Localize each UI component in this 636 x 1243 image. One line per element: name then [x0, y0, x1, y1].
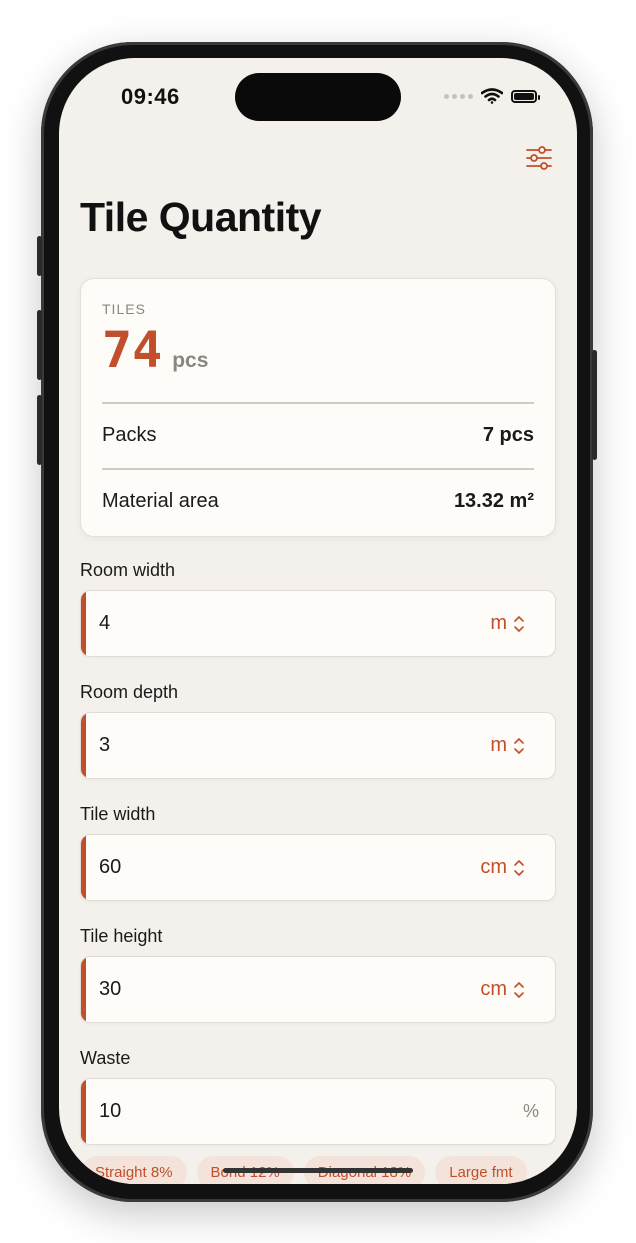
- tile-height-field: cm: [80, 956, 556, 1023]
- status-time: 09:46: [121, 84, 180, 109]
- page-title: Tile Quantity: [80, 194, 322, 240]
- side-button-power: [592, 350, 597, 460]
- tile-count-value: 74: [102, 321, 163, 379]
- chevron-up-down-icon: [514, 737, 524, 754]
- signal-dots-icon: [444, 93, 473, 99]
- room-width-label: Room width: [80, 560, 176, 580]
- tile-height-input[interactable]: [99, 957, 399, 1022]
- field-accent-bar: [81, 591, 86, 656]
- summary-divider: [102, 468, 534, 470]
- side-button-action: [37, 236, 42, 276]
- tile-width-field: cm: [80, 834, 556, 901]
- material-area-row: Material area 13.32 m²: [102, 490, 534, 513]
- field-accent-bar: [81, 835, 86, 900]
- waste-label: Waste: [80, 1048, 131, 1068]
- field-accent-bar: [81, 957, 86, 1022]
- home-indicator[interactable]: [223, 1168, 413, 1173]
- room-width-unit-picker[interactable]: m: [490, 591, 525, 656]
- packs-label: Packs: [102, 424, 157, 446]
- packs-value: 7 pcs: [482, 424, 534, 446]
- tile-height-label: Tile height: [80, 926, 163, 946]
- unit-label: m: [490, 734, 507, 756]
- chevron-up-down-icon: [514, 981, 524, 998]
- unit-label: m: [490, 612, 507, 634]
- room-depth-input[interactable]: [99, 713, 399, 778]
- tile-width-input[interactable]: [99, 835, 399, 900]
- side-button-volume-up: [37, 310, 42, 380]
- room-depth-unit-picker[interactable]: m: [490, 713, 525, 778]
- summary-label: TILES: [102, 301, 146, 317]
- waste-field: %: [80, 1078, 556, 1145]
- waste-unit: %: [522, 1101, 539, 1121]
- wifi-icon: [481, 88, 503, 104]
- material-area-label: Material area: [102, 490, 219, 512]
- unit-label: cm: [480, 978, 507, 1000]
- summary-card: TILES 74 pcs Packs 7 pcs Material area 1…: [80, 278, 556, 537]
- tile-width-unit-picker[interactable]: cm: [480, 835, 525, 900]
- room-depth-field: m: [80, 712, 556, 779]
- app-screen: 09:46 Tile Quantity TILES 74 pcs Packs 7…: [59, 58, 577, 1184]
- room-width-input[interactable]: [99, 591, 399, 656]
- waste-preset-chip[interactable]: Large fmt: [435, 1156, 527, 1184]
- summary-value-row: 74 pcs: [102, 321, 208, 379]
- chevron-up-down-icon: [514, 615, 524, 632]
- side-button-volume-down: [37, 395, 42, 465]
- chevron-up-down-icon: [514, 859, 524, 876]
- tile-height-unit-picker[interactable]: cm: [480, 957, 525, 1022]
- material-area-value: 13.32 m²: [453, 490, 534, 512]
- battery-icon: [511, 89, 540, 103]
- tile-count-unit: pcs: [172, 349, 209, 372]
- dynamic-island: [235, 73, 401, 121]
- status-icons: [444, 88, 540, 104]
- summary-divider: [102, 402, 534, 404]
- waste-preset-chip[interactable]: Straight 8%: [81, 1156, 187, 1184]
- waste-input[interactable]: [99, 1079, 399, 1144]
- field-accent-bar: [81, 713, 86, 778]
- packs-row: Packs 7 pcs: [102, 424, 534, 447]
- tile-width-label: Tile width: [80, 804, 156, 824]
- sliders-icon[interactable]: [525, 144, 553, 172]
- field-accent-bar: [81, 1079, 86, 1144]
- unit-label: cm: [480, 856, 507, 878]
- room-depth-label: Room depth: [80, 682, 179, 702]
- room-width-field: m: [80, 590, 556, 657]
